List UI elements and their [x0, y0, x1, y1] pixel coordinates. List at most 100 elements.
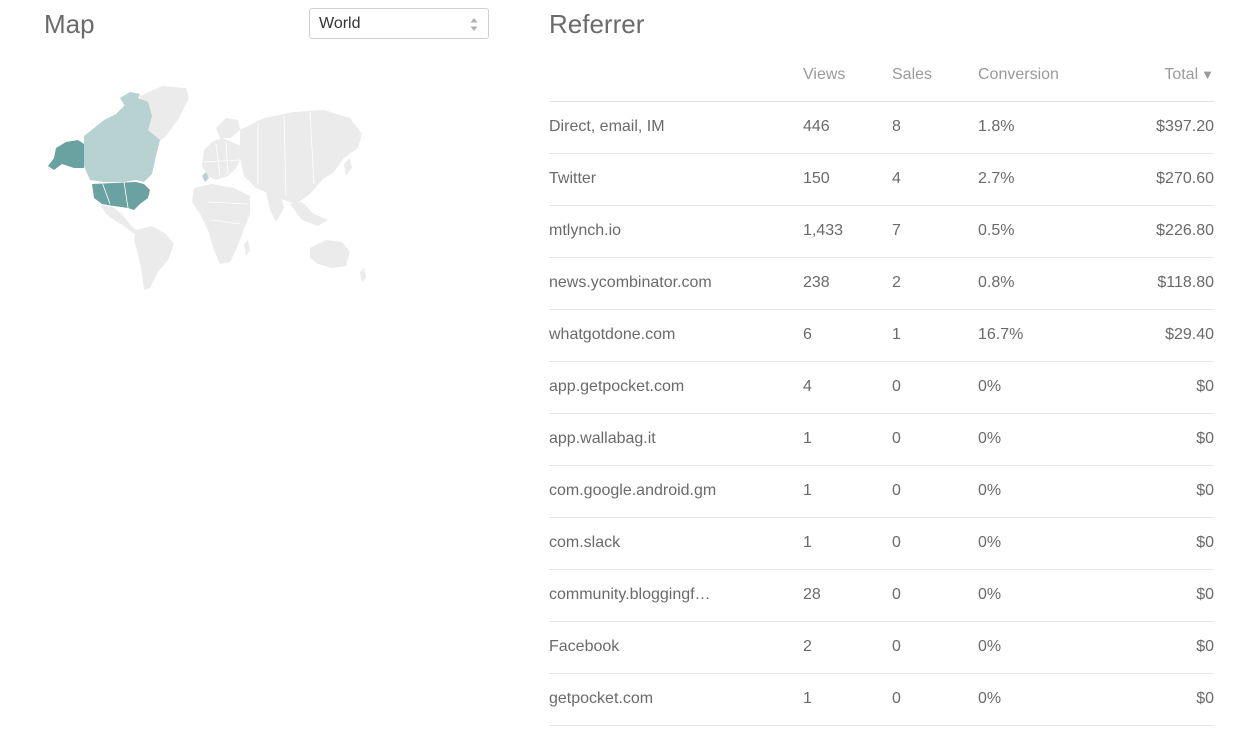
- referrer-total: $270.60: [1118, 153, 1214, 206]
- referrer-name[interactable]: Facebook: [549, 621, 803, 674]
- referrer-name[interactable]: app.wallabag.it: [549, 413, 803, 466]
- referrer-table-body: Direct, email, IM 446 8 1.8% $397.20 Twitter 1…: [549, 101, 1214, 726]
- referrer-total: $0: [1118, 465, 1214, 518]
- table-row[interactable]: Facebook 2 0 0% $0: [549, 621, 1214, 674]
- referrer-conversion: 0%: [978, 673, 1118, 726]
- map-region-alaska[interactable]: [48, 140, 84, 170]
- map-region-usa[interactable]: [92, 182, 150, 210]
- referrer-name[interactable]: community.bloggingf…: [549, 569, 803, 622]
- table-row[interactable]: whatgotdone.com 6 1 16.7% $29.40: [549, 309, 1214, 362]
- column-header-total[interactable]: Total ▼: [1118, 50, 1214, 102]
- table-row[interactable]: Direct, email, IM 446 8 1.8% $397.20: [549, 101, 1214, 154]
- map-region-new-zealand[interactable]: [360, 268, 366, 282]
- referrer-sales: 8: [892, 101, 978, 154]
- table-row[interactable]: app.wallabag.it 1 0 0% $0: [549, 413, 1214, 466]
- referrer-sales: 0: [892, 361, 978, 414]
- referrer-views: 4: [803, 361, 892, 414]
- column-header-referrer: [549, 50, 803, 102]
- table-row[interactable]: com.google.android.gm 1 0 0% $0: [549, 465, 1214, 518]
- world-map-svg: [48, 86, 366, 290]
- referrer-total: $118.80: [1118, 257, 1214, 310]
- referrer-views: 238: [803, 257, 892, 310]
- map-title: Map: [44, 9, 95, 39]
- world-map[interactable]: [44, 84, 369, 294]
- referrer-total: $0: [1118, 413, 1214, 466]
- region-select[interactable]: World: [309, 8, 489, 39]
- column-header-total-label: Total: [1164, 66, 1199, 84]
- referrer-conversion: 1.8%: [978, 101, 1118, 154]
- referrer-conversion: 0.5%: [978, 205, 1118, 258]
- referrer-conversion: 2.7%: [978, 153, 1118, 206]
- referrer-conversion: 0.8%: [978, 257, 1118, 310]
- referrer-name[interactable]: getpocket.com: [549, 673, 803, 726]
- referrer-name[interactable]: com.slack: [549, 517, 803, 570]
- referrer-views: 28: [803, 569, 892, 622]
- referrer-views: 1: [803, 673, 892, 726]
- map-region-se-asia[interactable]: [290, 202, 328, 226]
- referrer-sales: 7: [892, 205, 978, 258]
- map-region-scandinavia[interactable]: [216, 118, 240, 138]
- referrer-name[interactable]: app.getpocket.com: [549, 361, 803, 414]
- referrer-name[interactable]: news.ycombinator.com: [549, 257, 803, 310]
- referrer-views: 1: [803, 465, 892, 518]
- referrer-total: $29.40: [1118, 309, 1214, 362]
- referrer-name[interactable]: Twitter: [549, 153, 803, 206]
- referrer-sales: 4: [892, 153, 978, 206]
- referrer-conversion: 0%: [978, 465, 1118, 518]
- referrer-total: $397.20: [1118, 101, 1214, 154]
- table-row[interactable]: mtlynch.io 1,433 7 0.5% $226.80: [549, 205, 1214, 258]
- region-select-value: World: [319, 15, 361, 32]
- referrer-conversion: 0%: [978, 621, 1118, 674]
- referrer-sales: 0: [892, 569, 978, 622]
- table-row[interactable]: news.ycombinator.com 238 2 0.8% $118.80: [549, 257, 1214, 310]
- table-header-row: Views Sales Conversion Total ▼: [549, 50, 1214, 102]
- referrer-sales: 2: [892, 257, 978, 310]
- column-header-views[interactable]: Views: [803, 50, 892, 102]
- referrer-views: 6: [803, 309, 892, 362]
- referrer-total: $226.80: [1118, 205, 1214, 258]
- referrer-views: 446: [803, 101, 892, 154]
- referrer-name[interactable]: Direct, email, IM: [549, 101, 803, 154]
- map-region-africa[interactable]: [192, 184, 250, 264]
- referrer-name[interactable]: com.google.android.gm: [549, 465, 803, 518]
- column-header-sales[interactable]: Sales: [892, 50, 978, 102]
- referrer-name[interactable]: mtlynch.io: [549, 205, 803, 258]
- table-row[interactable]: getpocket.com 1 0 0% $0: [549, 673, 1214, 726]
- referrer-views: 2: [803, 621, 892, 674]
- referrer-sales: 0: [892, 673, 978, 726]
- sort-descending-icon: ▼: [1201, 67, 1214, 83]
- table-row[interactable]: Twitter 150 4 2.7% $270.60: [549, 153, 1214, 206]
- referrer-table: Views Sales Conversion Total ▼ Direct, em…: [549, 50, 1214, 726]
- map-region-madagascar[interactable]: [244, 240, 250, 256]
- referrer-views: 150: [803, 153, 892, 206]
- referrer-sales: 1: [892, 309, 978, 362]
- referrer-conversion: 16.7%: [978, 309, 1118, 362]
- referrer-sales: 0: [892, 517, 978, 570]
- referrer-sales: 0: [892, 413, 978, 466]
- referrer-total: $0: [1118, 673, 1214, 726]
- referrer-total: $0: [1118, 569, 1214, 622]
- column-header-conversion[interactable]: Conversion: [978, 50, 1118, 102]
- select-arrows-icon: [470, 18, 478, 31]
- map-region-australia[interactable]: [310, 240, 350, 268]
- map-region-japan[interactable]: [344, 158, 352, 176]
- table-row[interactable]: app.getpocket.com 4 0 0% $0: [549, 361, 1214, 414]
- referrer-sales: 0: [892, 621, 978, 674]
- referrer-total: $0: [1118, 517, 1214, 570]
- map-region-europe[interactable]: [202, 138, 242, 180]
- table-row[interactable]: community.bloggingf… 28 0 0% $0: [549, 569, 1214, 622]
- referrer-total: $0: [1118, 621, 1214, 674]
- referrer-views: 1: [803, 413, 892, 466]
- table-row[interactable]: com.slack 1 0 0% $0: [549, 517, 1214, 570]
- referrer-sales: 0: [892, 465, 978, 518]
- referrer-name[interactable]: whatgotdone.com: [549, 309, 803, 362]
- referrer-conversion: 0%: [978, 569, 1118, 622]
- referrer-conversion: 0%: [978, 517, 1118, 570]
- referrer-title: Referrer: [549, 9, 645, 39]
- referrer-views: 1: [803, 517, 892, 570]
- referrer-conversion: 0%: [978, 361, 1118, 414]
- map-region-canada[interactable]: [84, 98, 160, 182]
- map-region-south-america[interactable]: [134, 226, 174, 290]
- referrer-conversion: 0%: [978, 413, 1118, 466]
- referrer-total: $0: [1118, 361, 1214, 414]
